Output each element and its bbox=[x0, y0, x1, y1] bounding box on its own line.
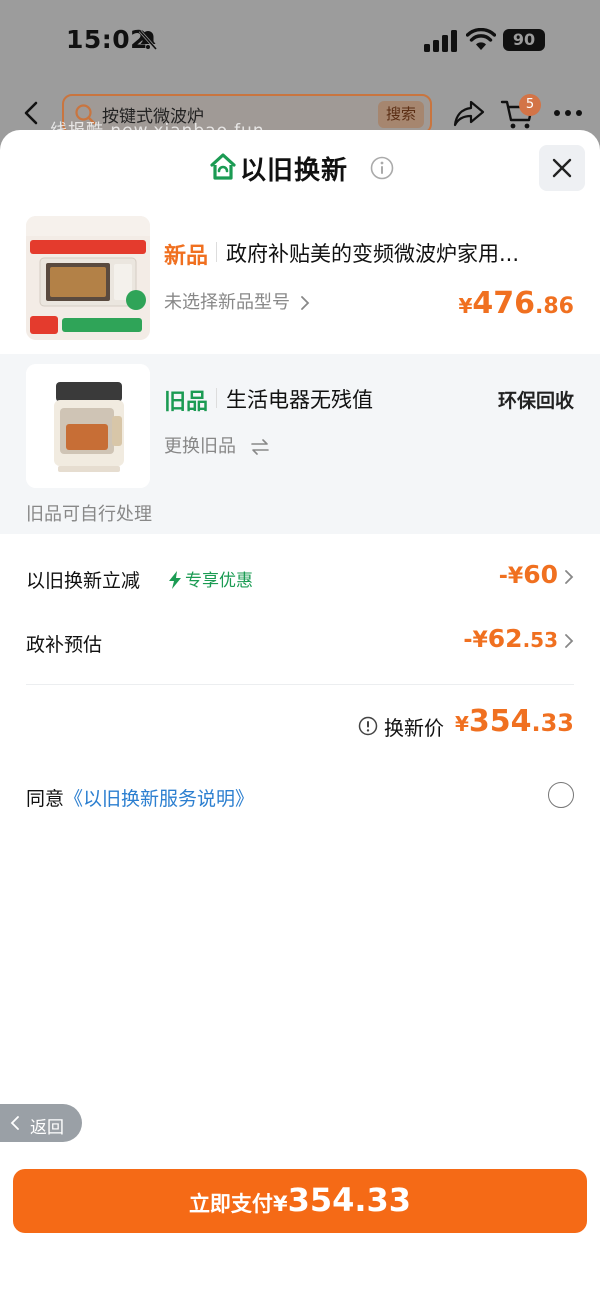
divider bbox=[26, 684, 574, 685]
total-price: ¥354.33 bbox=[455, 704, 574, 739]
change-old-product-button[interactable]: 更换旧品 bbox=[164, 432, 270, 458]
old-product-note: 旧品可自行处理 bbox=[26, 504, 152, 525]
tag-divider bbox=[216, 388, 217, 408]
signal-icon bbox=[424, 30, 457, 52]
share-icon[interactable] bbox=[452, 98, 486, 128]
change-old-product-label: 更换旧品 bbox=[164, 436, 236, 457]
chevron-left-icon bbox=[10, 1116, 19, 1130]
trade-in-sheet: 以旧换新 新品 政府补贴美的变频微波炉家用... 未选择新品型号 ¥476.86… bbox=[0, 130, 600, 1300]
close-button[interactable] bbox=[539, 145, 585, 191]
chevron-right-icon bbox=[300, 296, 310, 310]
price-symbol: ¥ bbox=[458, 294, 473, 318]
bell-slash-icon bbox=[138, 30, 158, 50]
battery-icon: 90 bbox=[503, 29, 545, 51]
new-product-image bbox=[26, 216, 150, 340]
more-icon[interactable] bbox=[553, 108, 583, 118]
trade-in-total-row: 换新价 ¥354.33 bbox=[26, 704, 574, 748]
subsidy-label: 政补预估 bbox=[26, 634, 103, 656]
trade-in-logo-icon bbox=[210, 153, 236, 180]
discount-prefix: -¥ bbox=[498, 564, 524, 589]
pay-now-label: 立即支付 bbox=[188, 1192, 273, 1216]
back-arrow-icon[interactable] bbox=[20, 100, 44, 126]
back-button-label: 返回 bbox=[30, 1118, 64, 1138]
total-price-integer: 354 bbox=[468, 704, 532, 739]
new-product-price: ¥476.86 bbox=[458, 286, 574, 321]
pay-now-amount: 354.33 bbox=[287, 1181, 412, 1219]
old-product-name: 生活电器无残值 bbox=[226, 388, 373, 412]
chevron-right-icon bbox=[565, 570, 574, 584]
new-product-tag: 新品 bbox=[164, 244, 209, 269]
back-button[interactable]: 返回 bbox=[0, 1104, 82, 1142]
info-icon[interactable] bbox=[358, 716, 378, 736]
old-product-card: 旧品 生活电器无残值 环保回收 更换旧品 旧品可自行处理 bbox=[0, 354, 600, 534]
status-time: 15:02 bbox=[66, 25, 149, 54]
trade-in-discount-value: -¥60 bbox=[499, 560, 558, 589]
new-product-model-selector[interactable]: 未选择新品型号 bbox=[164, 288, 310, 314]
agreement-text: 同意《以旧换新服务说明》 bbox=[26, 784, 254, 811]
pay-now-button[interactable]: 立即支付¥354.33 bbox=[13, 1169, 587, 1233]
watermark: 线报酷 new.xianbao.fun bbox=[50, 121, 265, 141]
subsidy-prefix: -¥ bbox=[463, 628, 488, 653]
price-decimal: .86 bbox=[535, 294, 574, 319]
subsidy-value: -¥62.53 bbox=[463, 624, 558, 653]
trade-in-discount-row[interactable]: 以旧换新立减 专享优惠 -¥60 bbox=[26, 558, 574, 598]
swap-icon bbox=[250, 439, 269, 455]
agreement-link[interactable]: 《以旧换新服务说明》 bbox=[64, 788, 254, 810]
subsidy-decimal: .53 bbox=[522, 628, 558, 652]
agreement-row: 同意《以旧换新服务说明》 bbox=[26, 780, 574, 814]
chevron-right-icon bbox=[565, 634, 574, 648]
exclusive-badge-text: 专享优惠 bbox=[185, 571, 253, 591]
cart-badge: 5 bbox=[519, 94, 541, 116]
discount-integer: 60 bbox=[523, 560, 558, 589]
status-bar: 15:02 90 bbox=[0, 0, 600, 84]
price-integer: 476 bbox=[472, 286, 536, 321]
new-product-name: 政府补贴美的变频微波炉家用... bbox=[226, 242, 520, 266]
trade-in-discount-label: 以旧换新立减 bbox=[26, 570, 141, 592]
close-icon bbox=[552, 158, 572, 178]
pay-now-content: 立即支付¥354.33 bbox=[13, 1181, 587, 1219]
app-root: 15:02 90 按键式微波炉 搜索 5 线报酷 new.xianbao.fun… bbox=[0, 0, 600, 1300]
recycle-label: 环保回收 bbox=[497, 390, 574, 412]
agreement-prefix: 同意 bbox=[26, 788, 65, 810]
tag-divider bbox=[216, 242, 217, 262]
wifi-icon bbox=[466, 28, 496, 50]
new-product-model-label: 未选择新品型号 bbox=[164, 292, 290, 313]
bolt-icon bbox=[169, 571, 181, 589]
total-price-decimal: .33 bbox=[531, 709, 574, 737]
search-button[interactable]: 搜索 bbox=[378, 101, 424, 128]
old-product-tag: 旧品 bbox=[164, 390, 209, 415]
old-product-image bbox=[26, 364, 150, 488]
subsidy-integer: 62 bbox=[487, 624, 523, 653]
exclusive-badge: 专享优惠 bbox=[168, 566, 253, 591]
info-icon[interactable] bbox=[370, 156, 394, 180]
new-product-card[interactable]: 新品 政府补贴美的变频微波炉家用... 未选择新品型号 ¥476.86 bbox=[0, 206, 600, 354]
sheet-title: 以旧换新 bbox=[240, 156, 349, 186]
agreement-checkbox[interactable] bbox=[548, 782, 574, 808]
pay-now-symbol: ¥ bbox=[272, 1192, 288, 1216]
total-label: 换新价 bbox=[384, 716, 444, 740]
sheet-header: 以旧换新 bbox=[0, 130, 600, 206]
total-price-symbol: ¥ bbox=[454, 712, 469, 736]
subsidy-row[interactable]: 政补预估 -¥62.53 bbox=[26, 622, 574, 662]
